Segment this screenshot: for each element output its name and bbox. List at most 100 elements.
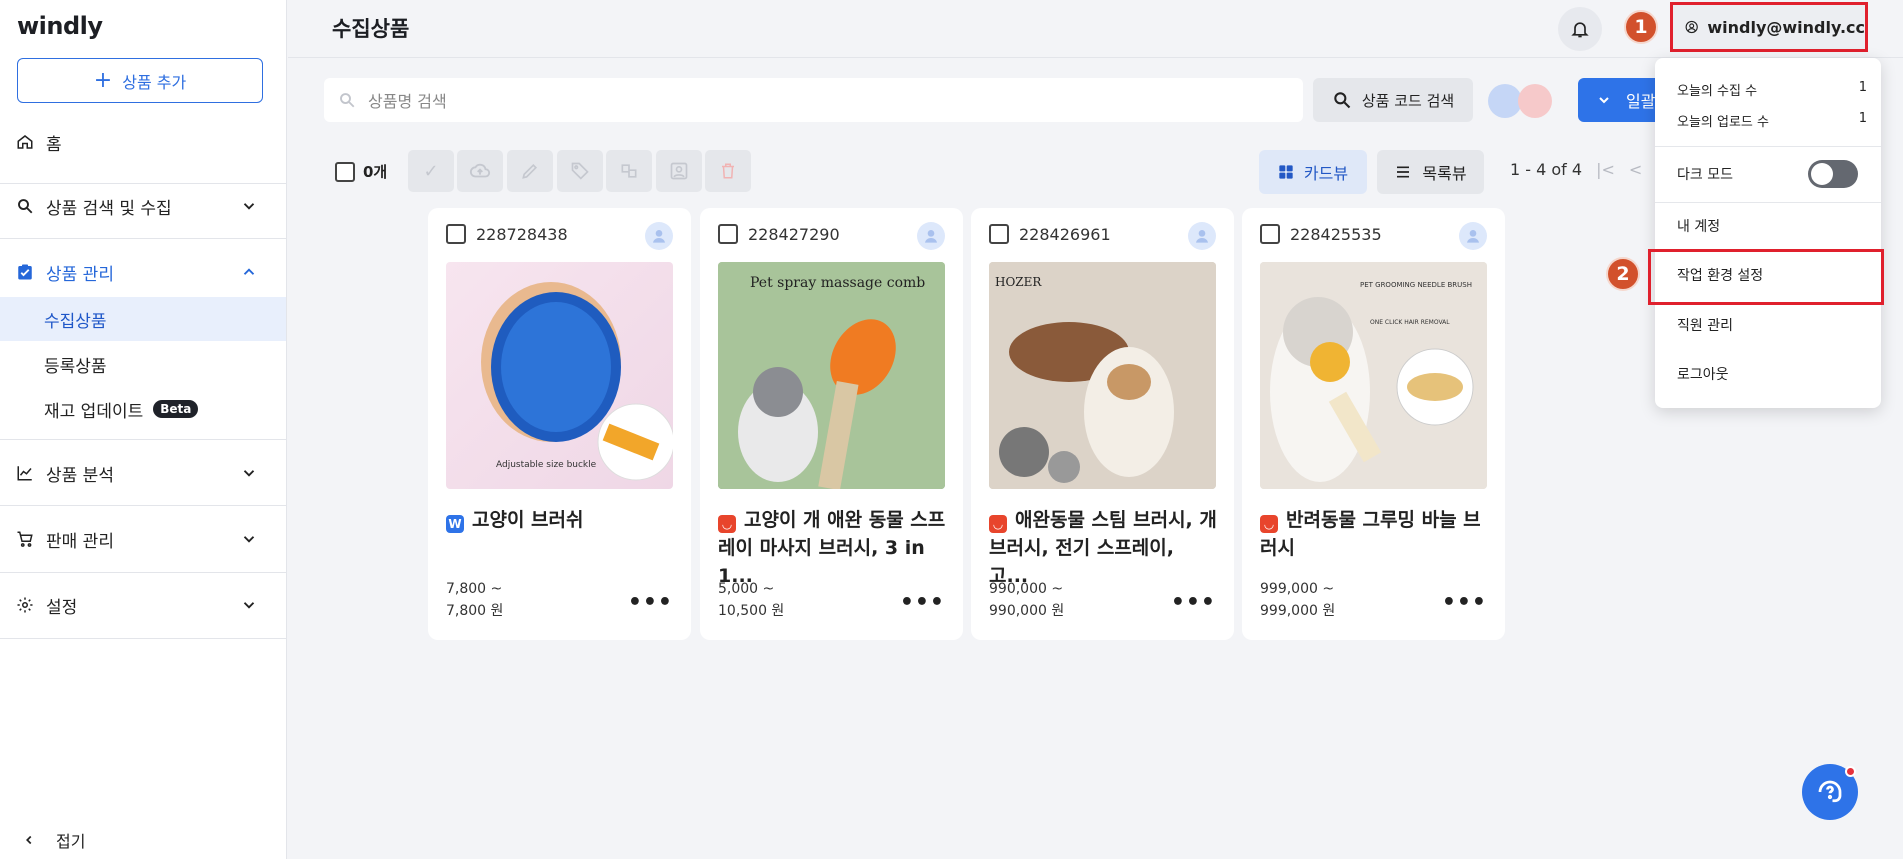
- product-title-text: 애완동물 스팀 브러시, 개 브러시, 전기 스프레이, 고...: [989, 509, 1217, 587]
- edit-tool-button[interactable]: [507, 150, 553, 192]
- avatar: [1188, 222, 1216, 250]
- chevron-down-icon: [243, 536, 255, 543]
- notifications-button[interactable]: [1558, 7, 1602, 51]
- sidebar-item-settings[interactable]: 설정: [0, 583, 286, 627]
- product-id: 228728438: [476, 224, 568, 244]
- product-title-text: 고양이 개 애완 동물 스프레이 마사지 브러시, 3 in 1...: [718, 509, 946, 587]
- sidebar-subitem-stock-update[interactable]: 재고 업데이트 Beta: [0, 387, 286, 431]
- sidebar-subitem-label: 재고 업데이트: [44, 401, 144, 422]
- source-marker: ◡: [718, 515, 736, 533]
- search-icon: [340, 93, 355, 108]
- prev-page-icon[interactable]: <: [1629, 160, 1642, 179]
- checkbox[interactable]: [718, 224, 738, 244]
- chevron-down-icon: [243, 470, 255, 477]
- sidebar-item-product-manage[interactable]: 상품 관리: [0, 250, 286, 294]
- today-upload-stat: 오늘의 업로드 수 1: [1677, 111, 1867, 130]
- plus-icon: +: [93, 67, 113, 93]
- sidebar-subitem-label: 수집상품: [44, 311, 107, 332]
- user-email: windly@windly.cc: [1707, 17, 1865, 37]
- product-id: 228425535: [1290, 224, 1382, 244]
- product-image[interactable]: Pet spray massage comb: [718, 262, 945, 489]
- source-marker: ◡: [989, 515, 1007, 533]
- collapse-sidebar-button[interactable]: 접기: [22, 828, 85, 852]
- checkbox[interactable]: [446, 224, 466, 244]
- more-options-icon[interactable]: •••: [628, 590, 673, 615]
- upload-tool-button[interactable]: [457, 150, 503, 192]
- dark-mode-toggle[interactable]: [1808, 160, 1858, 188]
- code-search-label: 상품 코드 검색: [1361, 91, 1455, 110]
- price-min: 5,000 ~: [718, 581, 775, 597]
- list-view-button[interactable]: 목록뷰: [1377, 150, 1484, 194]
- svg-text:HOZER: HOZER: [995, 275, 1042, 289]
- tag-tool-button[interactable]: [557, 150, 603, 192]
- sidebar-item-label: 홈: [46, 134, 62, 155]
- product-card[interactable]: 228426961 HOZER ◡ 애완동물 스팀 브러시, 개 브러시, 전기 …: [971, 208, 1234, 640]
- card-header: 228426961: [989, 224, 1111, 244]
- team-avatars[interactable]: [1488, 84, 1558, 118]
- menu-item-logout[interactable]: 로그아웃: [1677, 364, 1729, 384]
- user-menu-button[interactable]: windly@windly.cc: [1670, 2, 1868, 52]
- translate-tool-button[interactable]: [606, 150, 652, 192]
- stat-value: 1: [1858, 111, 1867, 126]
- list-view-label: 목록뷰: [1422, 164, 1467, 183]
- cloud-upload-icon: [469, 163, 491, 178]
- today-collect-stat: 오늘의 수집 수 1: [1677, 80, 1867, 99]
- image-tool-button[interactable]: [656, 150, 702, 192]
- trash-icon: [722, 163, 734, 179]
- app-logo[interactable]: windly: [17, 12, 103, 40]
- product-title[interactable]: W 고양이 브러쉬: [446, 506, 676, 534]
- tag-icon: [571, 162, 589, 180]
- sidebar-item-analysis[interactable]: 상품 분석: [0, 451, 286, 495]
- select-all-checkbox[interactable]: 0개: [335, 161, 387, 182]
- price-max: 999,000 원: [1260, 603, 1336, 619]
- sidebar-item-home[interactable]: 홈: [0, 120, 286, 164]
- checkbox[interactable]: [989, 224, 1009, 244]
- svg-text:ONE CLICK HAIR REMOVAL: ONE CLICK HAIR REMOVAL: [1370, 319, 1450, 326]
- sidebar-subitem-collected[interactable]: 수집상품: [0, 297, 286, 341]
- divider: [1655, 202, 1881, 203]
- checkbox[interactable]: [1260, 224, 1280, 244]
- user-circle-icon: [1685, 20, 1698, 34]
- add-product-button[interactable]: + 상품 추가: [17, 58, 263, 103]
- delete-tool-button[interactable]: [705, 150, 751, 192]
- product-image[interactable]: PET GROOMING NEEDLE BRUSH ONE CLICK HAIR…: [1260, 262, 1487, 489]
- card-header: 228427290: [718, 224, 840, 244]
- product-image[interactable]: Adjustable size buckle: [446, 262, 673, 489]
- menu-item-my-account[interactable]: 내 계정: [1677, 216, 1720, 236]
- checkbox[interactable]: [335, 161, 355, 182]
- more-options-icon[interactable]: •••: [1171, 590, 1216, 615]
- product-code-search-button[interactable]: 상품 코드 검색: [1313, 78, 1473, 122]
- selected-count: 0개: [363, 163, 388, 181]
- product-title-text: 반려동물 그루밍 바늘 브러시: [1260, 509, 1481, 559]
- cart-icon: [15, 529, 35, 549]
- card-view-label: 카드뷰: [1303, 164, 1349, 183]
- more-options-icon[interactable]: •••: [1442, 590, 1487, 615]
- sidebar-item-search-collect[interactable]: 상품 검색 및 수집: [0, 184, 286, 228]
- product-title[interactable]: ◡ 반려동물 그루밍 바늘 브러시: [1260, 506, 1490, 562]
- chart-icon: [15, 463, 35, 483]
- approve-tool-button[interactable]: ✓: [408, 150, 454, 192]
- price-max: 10,500 원: [718, 603, 785, 619]
- product-price: 990,000 ~ 990,000 원: [989, 578, 1064, 622]
- divider: [0, 238, 286, 239]
- help-button[interactable]: [1802, 764, 1858, 820]
- collapse-label: 접기: [56, 832, 86, 851]
- card-view-button[interactable]: 카드뷰: [1259, 150, 1367, 194]
- product-name-search[interactable]: 상품명 검색: [324, 78, 1303, 122]
- product-card[interactable]: 228728438 Adjustable size buckle W 고양이 브러…: [428, 208, 691, 640]
- price-min: 990,000 ~: [989, 581, 1064, 597]
- avatar: [1518, 84, 1552, 118]
- grid-icon: [1279, 165, 1293, 179]
- product-card[interactable]: 228425535 PET GROOMING NEEDLE BRUSH ONE …: [1242, 208, 1505, 640]
- first-page-icon[interactable]: |<: [1596, 160, 1615, 179]
- sidebar-subitem-registered[interactable]: 등록상품: [0, 342, 286, 386]
- card-header: 228728438: [446, 224, 568, 244]
- sidebar: windly + 상품 추가 홈 상품 검색 및 수집 상품 관리 수집상품 등…: [0, 0, 287, 859]
- chevron-left-icon: [26, 835, 32, 845]
- sidebar-item-sales[interactable]: 판매 관리: [0, 517, 286, 561]
- stat-label: 오늘의 수집 수: [1677, 84, 1758, 99]
- product-card[interactable]: 228427290 Pet spray massage comb ◡ 고양이 개 …: [700, 208, 963, 640]
- more-options-icon[interactable]: •••: [900, 590, 945, 615]
- menu-item-staff-manage[interactable]: 직원 관리: [1677, 315, 1733, 335]
- product-image[interactable]: HOZER: [989, 262, 1216, 489]
